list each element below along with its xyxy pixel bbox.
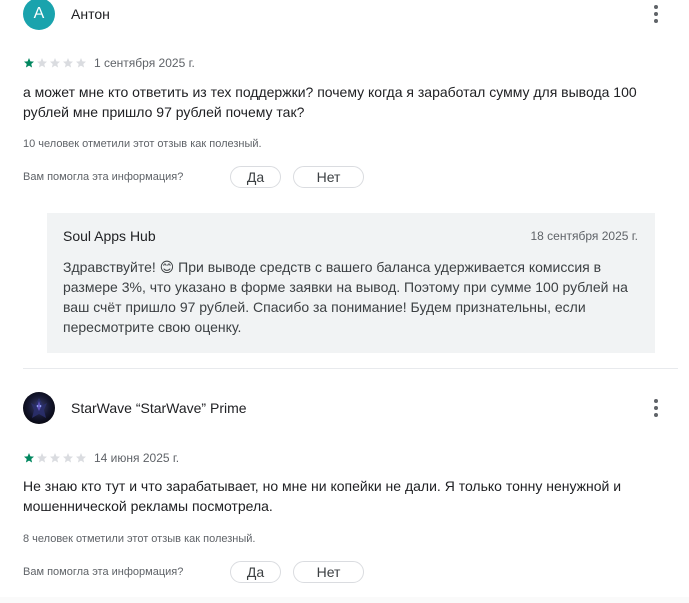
- profile-image: [31, 398, 47, 418]
- star-empty-icon: [37, 453, 47, 463]
- review-date: 14 июня 2025 г.: [94, 451, 180, 465]
- vote-no-button[interactable]: Нет: [293, 561, 364, 583]
- vote-yes-button[interactable]: Да: [230, 561, 281, 583]
- more-vert-icon[interactable]: [644, 2, 668, 26]
- review-date: 1 сентября 2025 г.: [94, 56, 195, 70]
- author-name: Антон: [71, 6, 110, 22]
- vote-no-button[interactable]: Нет: [293, 166, 364, 188]
- helpful-count: 10 человек отметили этот отзыв как полез…: [23, 138, 262, 150]
- developer-name: Soul Apps Hub: [63, 228, 156, 244]
- star-rating: [23, 452, 87, 464]
- more-vert-icon[interactable]: [644, 396, 668, 420]
- avatar: А: [23, 0, 55, 30]
- star-empty-icon: [76, 58, 86, 68]
- star-empty-icon: [37, 58, 47, 68]
- review-author-row: А Антон: [23, 0, 668, 30]
- star-empty-icon: [63, 58, 73, 68]
- developer-reply: Soul Apps Hub 18 сентября 2025 г. Здравс…: [47, 213, 655, 353]
- bottom-edge: [0, 597, 689, 603]
- developer-reply-date: 18 сентября 2025 г.: [530, 229, 639, 243]
- review-text: а может мне кто ответить из тех поддержк…: [23, 84, 637, 120]
- author-name: StarWave “StarWave” Prime: [71, 400, 247, 416]
- helpful-question: Вам помогла эта информация?: [23, 566, 184, 578]
- review-author-row: StarWave “StarWave” Prime: [23, 392, 668, 424]
- rating-row: 1 сентября 2025 г.: [23, 56, 195, 70]
- star-empty-icon: [50, 453, 60, 463]
- reviews-page: А Антон 1 сентября 2025 г. а может мне к…: [0, 0, 689, 603]
- review-text: Не знаю кто тут и что зарабатывает, но м…: [23, 478, 622, 514]
- rating-row: 14 июня 2025 г.: [23, 451, 179, 465]
- helpful-question: Вам помогла эта информация?: [23, 171, 184, 183]
- star-rating: [23, 57, 87, 69]
- helpful-question-row: Вам помогла эта информация? Да Нет: [23, 560, 364, 584]
- vote-yes-button[interactable]: Да: [230, 166, 281, 188]
- helpful-count: 8 человек отметили этот отзыв как полезн…: [23, 533, 256, 545]
- star-empty-icon: [63, 453, 73, 463]
- avatar: [23, 392, 55, 424]
- star-empty-icon: [50, 58, 60, 68]
- star-empty-icon: [76, 453, 86, 463]
- divider: [23, 368, 678, 369]
- star-filled-icon: [24, 453, 34, 463]
- avatar-letter: А: [33, 5, 45, 22]
- developer-reply-text: Здравствуйте! 😊 При выводе средств с ваш…: [63, 259, 628, 335]
- helpful-question-row: Вам помогла эта информация? Да Нет: [23, 165, 364, 189]
- star-filled-icon: [24, 58, 34, 68]
